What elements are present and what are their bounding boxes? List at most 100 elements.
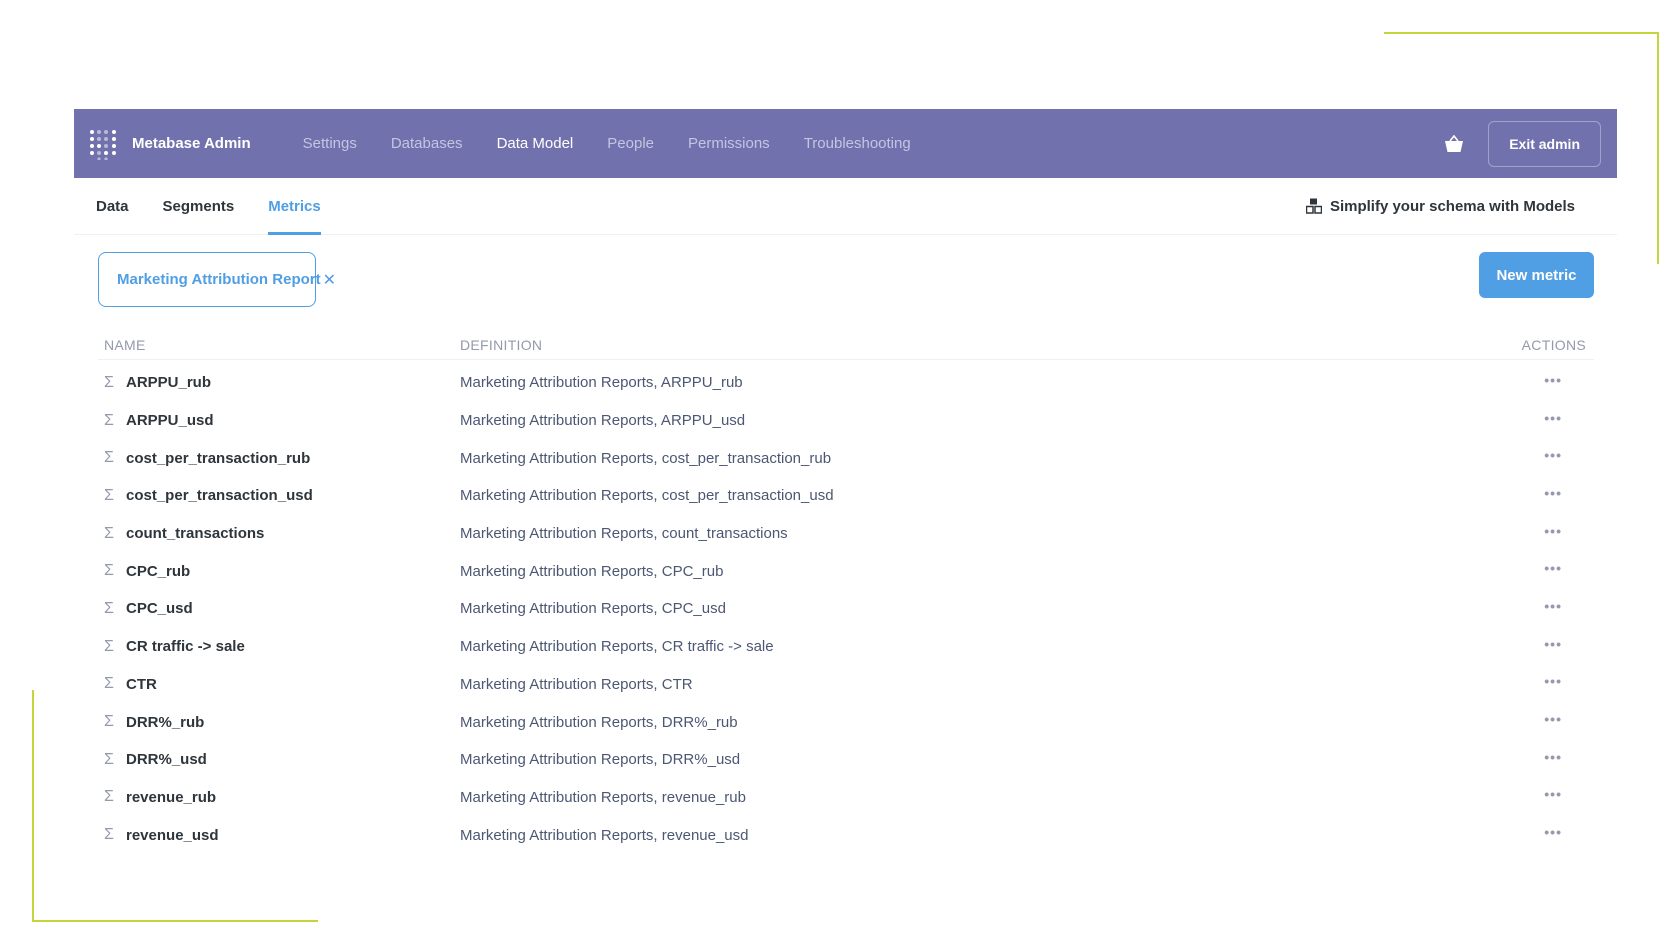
metric-name-link[interactable]: Σ CPC_rub — [98, 562, 460, 580]
data-model-subnav: Data Segments Metrics Simplify your sche… — [74, 178, 1617, 235]
sigma-icon: Σ — [104, 788, 114, 806]
nav-item-people[interactable]: People — [607, 135, 654, 152]
metric-name: count_transactions — [126, 525, 265, 543]
ellipsis-icon[interactable]: ••• — [1544, 825, 1562, 839]
ellipsis-icon[interactable]: ••• — [1544, 411, 1562, 425]
row-actions: ••• — [1504, 787, 1594, 801]
metric-name-link[interactable]: Σrevenue_rub — [98, 788, 460, 806]
close-icon[interactable]: ✕ — [323, 270, 336, 290]
sigma-icon: Σ — [104, 411, 114, 429]
metric-name-link[interactable]: Σ CR traffic -> sale — [98, 638, 460, 656]
metric-definition: Marketing Attribution Reports, revenue_u… — [460, 826, 749, 844]
filter-chip-label: Marketing Attribution Report — [117, 271, 321, 288]
row-actions: ••• — [1504, 486, 1594, 500]
exit-admin-button[interactable]: Exit admin — [1488, 120, 1601, 167]
table-row: Σ CPC_rub Marketing Attribution Reports, C… — [98, 552, 1594, 590]
metric-definition: Marketing Attribution Reports, cost_per_… — [460, 487, 834, 505]
tab-segments[interactable]: Segments — [163, 178, 235, 234]
metric-name-link[interactable]: Σ DRR%_usd — [98, 751, 460, 769]
ellipsis-icon[interactable]: ••• — [1544, 373, 1562, 387]
ellipsis-icon[interactable]: ••• — [1544, 712, 1562, 726]
page: Metabase Admin Settings Databases Data M… — [0, 0, 1680, 948]
metric-name: revenue_rub — [126, 788, 217, 806]
metric-name-link[interactable]: Σ CPC_usd — [98, 600, 460, 618]
ellipsis-icon[interactable]: ••• — [1544, 448, 1562, 462]
nav-item-permissions[interactable]: Permissions — [688, 135, 770, 152]
table-row: Σrevenue_rub Marketing Attribution Report… — [98, 779, 1594, 817]
column-header-definition: DEFINITION — [460, 336, 543, 353]
new-metric-button[interactable]: New metric — [1479, 252, 1594, 298]
ellipsis-icon[interactable]: ••• — [1544, 599, 1562, 613]
nav-item-troubleshooting[interactable]: Troubleshooting — [804, 135, 911, 152]
table-row: Σcost_per_transaction_rub Marketing Attri… — [98, 439, 1594, 477]
metric-definition: Marketing Attribution Reports, DRR%_usd — [460, 751, 741, 769]
table-row: Σ CR traffic -> sale Marketing Attribution… — [98, 628, 1594, 666]
simplify-schema-models-link[interactable]: Simplify your schema with Models — [1305, 178, 1575, 234]
metric-name-link[interactable]: Σcount_transactions — [98, 525, 460, 543]
column-header-actions: ACTIONS — [1521, 336, 1586, 353]
metric-definition: Marketing Attribution Reports, ARPPU_rub — [460, 374, 743, 392]
sigma-icon: Σ — [104, 449, 114, 467]
metric-name-link[interactable]: Σ DRR%_rub — [98, 713, 460, 731]
metric-name: revenue_usd — [126, 826, 219, 844]
metric-name: DRR%_rub — [126, 713, 205, 731]
tab-data[interactable]: Data — [96, 178, 129, 234]
table-row: Σ CPC_usd Marketing Attribution Reports, C… — [98, 590, 1594, 628]
table-filter-chip[interactable]: Marketing Attribution Report ✕ — [98, 252, 336, 307]
metric-name-link[interactable]: Σ ARPPU_usd — [98, 412, 460, 430]
nav-item-databases[interactable]: Databases — [391, 135, 463, 152]
metric-name-link[interactable]: Σ ARPPU_rub — [98, 374, 460, 392]
metric-name: ARPPU_usd — [126, 412, 214, 430]
metric-name: CPC_usd — [126, 600, 193, 618]
row-actions: ••• — [1504, 411, 1594, 425]
model-icon — [1305, 198, 1322, 214]
decor-line — [32, 920, 318, 922]
decor-line — [1384, 32, 1659, 34]
table-row: Σ ARPPU_rub Marketing Attribution Reports,… — [98, 364, 1594, 402]
table-row: Σ CTR Marketing Attribution Reports, CTR ••… — [98, 666, 1594, 704]
basket-icon[interactable] — [1442, 132, 1466, 156]
ellipsis-icon[interactable]: ••• — [1544, 674, 1562, 688]
row-actions: ••• — [1504, 825, 1594, 839]
sigma-icon: Σ — [104, 675, 114, 693]
metric-name-link[interactable]: Σcost_per_transaction_rub — [98, 449, 460, 467]
nav-item-data-model[interactable]: Data Model — [497, 135, 574, 152]
metric-definition: Marketing Attribution Reports, revenue_r… — [460, 788, 746, 806]
metric-definition: Marketing Attribution Reports, CPC_usd — [460, 600, 726, 618]
metric-name-link[interactable]: Σrevenue_usd — [98, 826, 460, 844]
table-row: Σ ARPPU_usd Marketing Attribution Reports,… — [98, 402, 1594, 440]
metric-name: ARPPU_rub — [126, 374, 212, 392]
tab-metrics[interactable]: Metrics — [268, 178, 321, 235]
metric-definition: Marketing Attribution Reports, cost_per_… — [460, 449, 832, 467]
metric-name: CPC_rub — [126, 562, 191, 580]
sigma-icon: Σ — [104, 750, 114, 768]
metric-definition: Marketing Attribution Reports, CPC_rub — [460, 562, 724, 580]
metabase-logo-icon[interactable] — [88, 127, 118, 161]
decor-line — [32, 690, 34, 922]
row-actions: ••• — [1504, 674, 1594, 688]
ellipsis-icon[interactable]: ••• — [1544, 787, 1562, 801]
ellipsis-icon[interactable]: ••• — [1544, 486, 1562, 500]
row-actions: ••• — [1504, 637, 1594, 651]
metric-name: cost_per_transaction_usd — [126, 487, 313, 505]
metric-name: cost_per_transaction_rub — [126, 449, 311, 467]
metric-definition: Marketing Attribution Reports, DRR%_rub — [460, 713, 738, 731]
metric-name: CR traffic -> sale — [126, 638, 245, 656]
ellipsis-icon[interactable]: ••• — [1544, 637, 1562, 651]
ellipsis-icon[interactable]: ••• — [1544, 750, 1562, 764]
metric-name-link[interactable]: Σ CTR — [98, 675, 460, 693]
nav-item-settings[interactable]: Settings — [303, 135, 357, 152]
models-link-label: Simplify your schema with Models — [1329, 197, 1575, 215]
metric-name-link[interactable]: Σcost_per_transaction_usd — [98, 487, 460, 505]
metric-definition: Marketing Attribution Reports, count_tra… — [460, 525, 788, 543]
sigma-icon: Σ — [104, 826, 114, 844]
ellipsis-icon[interactable]: ••• — [1544, 561, 1562, 575]
ellipsis-icon[interactable]: ••• — [1544, 524, 1562, 538]
row-actions: ••• — [1504, 750, 1594, 764]
sigma-icon: Σ — [104, 599, 114, 617]
table-row: Σrevenue_usd Marketing Attribution Report… — [98, 816, 1594, 854]
sigma-icon: Σ — [104, 713, 114, 731]
sigma-icon: Σ — [104, 524, 114, 542]
row-actions: ••• — [1504, 599, 1594, 613]
row-actions: ••• — [1504, 524, 1594, 538]
